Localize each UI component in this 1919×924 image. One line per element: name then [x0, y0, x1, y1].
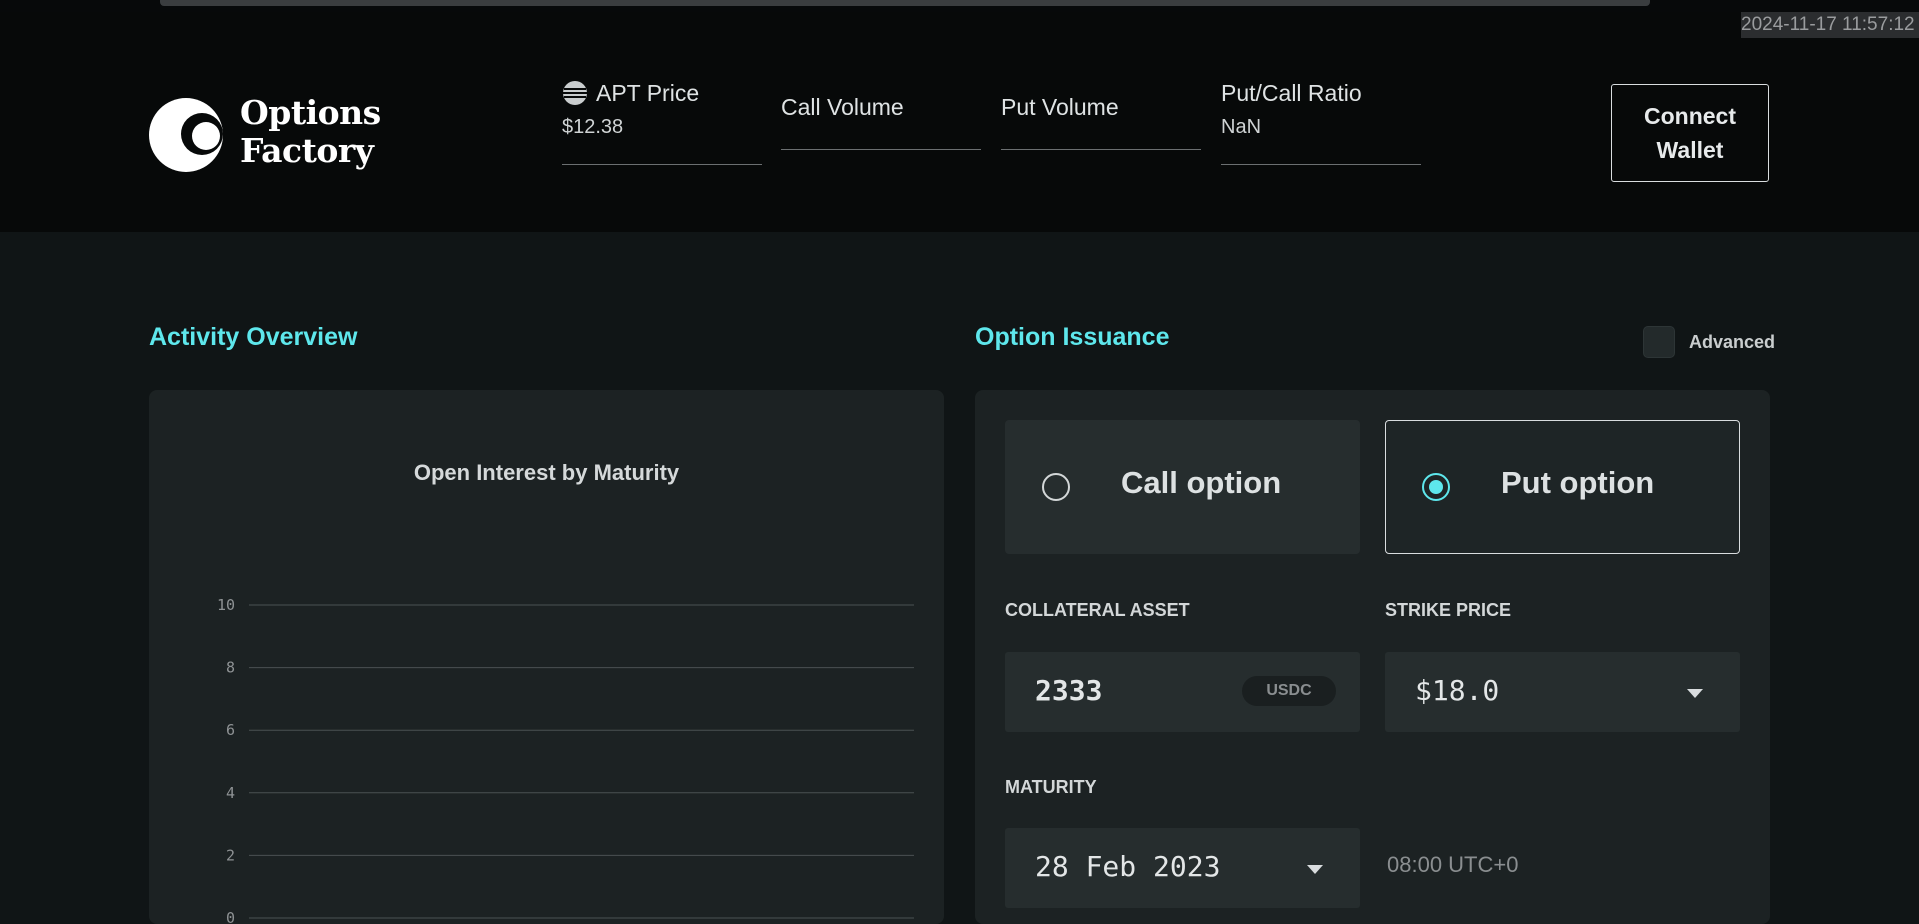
logo-line-1: Options [240, 93, 381, 132]
strike-price-select[interactable]: $18.0 [1385, 652, 1740, 732]
advanced-checkbox[interactable] [1643, 326, 1675, 358]
stat-label: APT Price [596, 79, 700, 106]
collateral-amount-value: 2333 [1035, 674, 1103, 707]
put-option-radio[interactable] [1422, 473, 1450, 501]
logo-moon-icon [149, 98, 223, 172]
collateral-amount-input[interactable]: 2333 USDC [1005, 652, 1360, 732]
chevron-down-icon [1307, 865, 1323, 874]
stat-underline [1001, 149, 1201, 150]
option-issuance-title: Option Issuance [975, 323, 1170, 351]
y-tick-label: 4 [226, 784, 235, 802]
strike-price-label: STRIKE PRICE [1385, 600, 1512, 620]
chevron-down-icon [1687, 689, 1703, 698]
browser-top-strip [0, 0, 1919, 12]
stat-underline [1221, 164, 1421, 165]
y-tick-label: 0 [226, 909, 235, 924]
stat-underline [781, 149, 981, 150]
advanced-label: Advanced [1689, 331, 1776, 352]
stat-label: Put Volume [1001, 93, 1119, 120]
y-tick-label: 6 [226, 721, 235, 739]
advanced-toggle[interactable]: Advanced [1643, 326, 1775, 358]
maturity-time: 08:00 UTC+0 [1387, 852, 1519, 877]
stat-label: Call Volume [781, 93, 904, 120]
put-option-label: Put option [1501, 465, 1655, 500]
connect-wallet-button[interactable]: Connect Wallet [1611, 84, 1769, 182]
maturity-select[interactable]: 28 Feb 2023 [1005, 828, 1360, 908]
activity-chart-panel: Open Interest by Maturity 10 8 6 4 2 0 [149, 390, 944, 924]
open-interest-chart: 10 8 6 4 2 0 [217, 596, 914, 924]
screenshot-timestamp: 2024-11-17 11:57:12 [1741, 12, 1919, 38]
y-tick-label: 2 [226, 846, 235, 864]
maturity-value: 28 Feb 2023 [1035, 850, 1221, 883]
app-header: Options Factory APT Price $12.38 Call Vo… [0, 12, 1919, 232]
stat-underline [562, 164, 762, 165]
y-tick-label: 10 [217, 596, 235, 614]
activity-overview-title: Activity Overview [149, 323, 358, 351]
collateral-asset-label: COLLATERAL ASSET [1005, 600, 1190, 620]
strike-price-value: $18.0 [1415, 674, 1500, 707]
options-factory-logo[interactable]: Options Factory [148, 94, 388, 174]
aptos-icon [563, 81, 587, 105]
put-option-card[interactable]: Put option [1385, 420, 1740, 554]
option-issuance-panel: Call option Put option COLLATERAL ASSET … [975, 390, 1770, 924]
call-option-card[interactable]: Call option [1005, 420, 1360, 554]
usdc-badge: USDC [1242, 676, 1336, 706]
stat-put-volume: Put Volume [1001, 90, 1201, 150]
logo-line-2: Factory [240, 131, 374, 170]
call-option-radio[interactable] [1042, 473, 1070, 501]
stat-apt-price: APT Price $12.38 [562, 76, 762, 165]
call-option-label: Call option [1121, 465, 1282, 500]
maturity-label: MATURITY [1005, 777, 1097, 797]
y-tick-label: 8 [226, 659, 235, 677]
logo-wordmark: Options Factory [240, 94, 381, 170]
stat-call-volume: Call Volume [781, 90, 981, 150]
stat-value: $12.38 [562, 116, 624, 138]
browser-scroll-bar[interactable] [160, 0, 1650, 6]
stat-put-call-ratio: Put/Call Ratio NaN [1221, 76, 1421, 165]
stat-label: Put/Call Ratio [1221, 79, 1362, 106]
stat-value: NaN [1221, 116, 1262, 138]
